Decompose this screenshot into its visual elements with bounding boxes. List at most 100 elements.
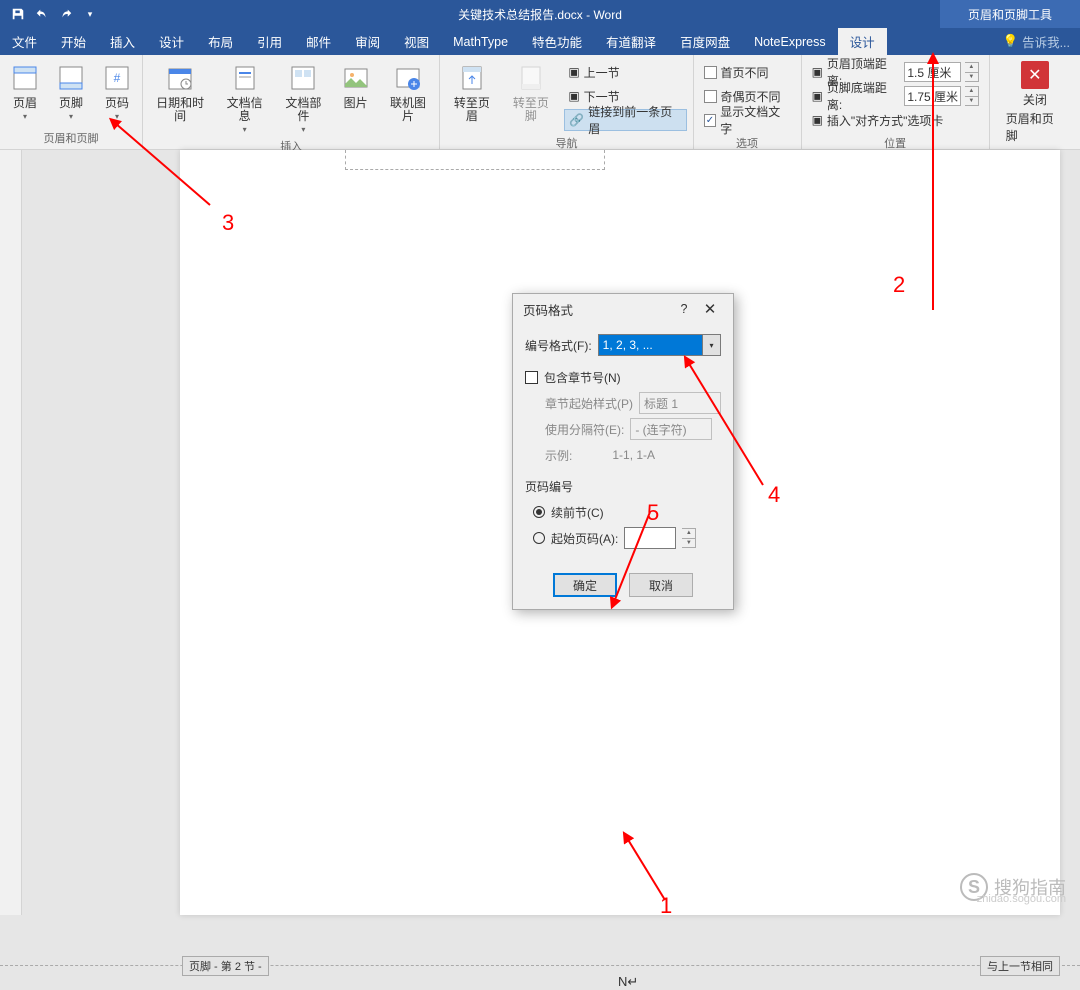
header-icon — [8, 61, 42, 95]
next-icon: ▣ — [568, 89, 579, 103]
tellme-label: 告诉我... — [1022, 32, 1070, 51]
online-picture-icon — [391, 61, 425, 95]
page-number-format-dialog: 页码格式 ? ✕ 编号格式(F): 1, 2, 3, ... ▾ 包含章节号(N… — [512, 293, 734, 610]
tab-baidu[interactable]: 百度网盘 — [668, 28, 742, 55]
document-title: 关键技术总结报告.docx - Word — [458, 6, 622, 23]
tab-noteexpress[interactable]: NoteExpress — [742, 28, 838, 55]
header-button[interactable]: 页眉▾ — [2, 59, 48, 123]
pagenum-button[interactable]: #页码▾ — [94, 59, 140, 123]
tab-special[interactable]: 特色功能 — [520, 28, 594, 55]
spinner[interactable]: ▲▼ — [682, 528, 696, 548]
continue-prev-radio[interactable] — [533, 506, 545, 518]
group-close: ✕ 关闭 页眉和页脚 关闭 — [990, 55, 1080, 149]
title-bar: ▾ 关键技术总结报告.docx - Word 页眉和页脚工具 — [0, 0, 1080, 28]
cancel-button[interactable]: 取消 — [629, 573, 693, 597]
undo-icon[interactable] — [32, 4, 52, 24]
show-doc-text-checkbox[interactable]: ✓显示文档文字 — [700, 109, 795, 131]
prev-icon: ▣ — [568, 65, 579, 79]
redo-icon[interactable] — [56, 4, 76, 24]
number-format-combo[interactable]: 1, 2, 3, ... ▾ — [598, 334, 721, 356]
online-picture-button[interactable]: 联机图片 — [379, 59, 438, 125]
tab-references[interactable]: 引用 — [245, 28, 294, 55]
align-tab-icon: ▣ — [812, 113, 823, 127]
tab-design[interactable]: 设计 — [147, 28, 196, 55]
tab-hf-design[interactable]: 设计 — [838, 28, 887, 55]
chevron-down-icon: ▾ — [702, 335, 720, 355]
datetime-button[interactable]: 日期和时间 — [145, 59, 215, 125]
group-label: 页眉和页脚 — [2, 128, 140, 149]
chapter-style-label: 章节起始样式(P) — [545, 395, 633, 412]
example-value: 1-1, 1-A — [612, 448, 655, 462]
picture-button[interactable]: 图片 — [333, 59, 379, 112]
group-position: ▣页眉顶端距离:1.5 厘米▲▼ ▣页脚底端距离:1.75 厘米▲▼ ▣插入"对… — [802, 55, 990, 149]
chapter-style-combo: 标题 1 — [639, 392, 721, 414]
chevron-down-icon: ▾ — [115, 112, 119, 121]
ribbon-tabs: 文件 开始 插入 设计 布局 引用 邮件 审阅 视图 MathType 特色功能… — [0, 28, 1080, 55]
group-navigation: 转至页眉 转至页脚 ▣上一节 ▣下一节 🔗链接到前一条页眉 导航 — [440, 55, 693, 149]
prev-section-button[interactable]: ▣上一节 — [564, 61, 686, 83]
close-button[interactable]: ✕ — [697, 300, 723, 318]
example-label: 示例: — [545, 447, 572, 464]
goto-footer-icon — [514, 61, 548, 95]
annotation-2: 2 — [893, 272, 905, 298]
group-insert: 日期和时间 文档信息▾ 文档部件▾ 图片 联机图片 插入 — [143, 55, 440, 149]
header-distance-icon: ▣ — [812, 65, 823, 79]
annotation-3: 3 — [222, 210, 234, 236]
annotation-4: 4 — [768, 482, 780, 508]
include-chapter-label: 包含章节号(N) — [544, 369, 621, 386]
number-format-label: 编号格式(F): — [525, 337, 592, 354]
save-icon[interactable] — [8, 4, 28, 24]
tab-review[interactable]: 审阅 — [343, 28, 392, 55]
footer-distance-icon: ▣ — [812, 89, 823, 103]
ok-button[interactable]: 确定 — [553, 573, 617, 597]
spinner[interactable]: ▲▼ — [965, 62, 979, 82]
quickparts-button[interactable]: 文档部件▾ — [274, 59, 333, 136]
docinfo-icon — [228, 61, 262, 95]
tab-mail[interactable]: 邮件 — [294, 28, 343, 55]
svg-text:#: # — [114, 71, 121, 85]
include-chapter-checkbox[interactable] — [525, 371, 538, 384]
pagenum-icon: # — [100, 61, 134, 95]
goto-footer-button[interactable]: 转至页脚 — [501, 59, 560, 125]
footer-section-label: 页脚 - 第 2 节 - — [182, 956, 269, 976]
annotation-5: 5 — [647, 500, 659, 526]
tab-layout[interactable]: 布局 — [196, 28, 245, 55]
ruler-strip — [0, 150, 22, 915]
quick-access-toolbar: ▾ — [0, 4, 100, 24]
start-at-input[interactable] — [624, 527, 676, 549]
cursor-mark: N↵ — [618, 974, 638, 990]
continue-prev-label: 续前节(C) — [551, 504, 604, 521]
close-hf-button[interactable]: ✕ 关闭 页眉和页脚 — [992, 59, 1078, 146]
diff-first-checkbox[interactable]: 首页不同 — [700, 61, 795, 83]
start-at-radio[interactable] — [533, 532, 545, 544]
tab-youdao[interactable]: 有道翻译 — [594, 28, 668, 55]
tab-file[interactable]: 文件 — [0, 28, 49, 55]
header-distance-input[interactable]: 1.5 厘米 — [904, 62, 961, 82]
dialog-title: 页码格式 — [523, 300, 573, 319]
tab-home[interactable]: 开始 — [49, 28, 98, 55]
docinfo-button[interactable]: 文档信息▾ — [215, 59, 274, 136]
tab-mathtype[interactable]: MathType — [441, 28, 520, 55]
goto-header-button[interactable]: 转至页眉 — [442, 59, 501, 125]
start-at-label: 起始页码(A): — [551, 530, 618, 547]
close-icon: ✕ — [1021, 61, 1049, 89]
spinner[interactable]: ▲▼ — [965, 86, 979, 106]
chevron-down-icon: ▾ — [23, 112, 27, 121]
insert-align-tab-button[interactable]: ▣插入"对齐方式"选项卡 — [808, 109, 983, 131]
picture-icon — [339, 61, 373, 95]
separator-label: 使用分隔符(E): — [545, 421, 624, 438]
tab-insert[interactable]: 插入 — [98, 28, 147, 55]
context-tool-tab: 页眉和页脚工具 — [940, 0, 1080, 28]
tab-view[interactable]: 视图 — [392, 28, 441, 55]
help-button[interactable]: ? — [671, 302, 697, 316]
footer-button[interactable]: 页脚▾ — [48, 59, 94, 123]
watermark: S 搜狗指南 zhidao.sogou.com — [960, 873, 1066, 901]
link-previous-button[interactable]: 🔗链接到前一条页眉 — [564, 109, 686, 131]
tellme-search[interactable]: 💡 告诉我... — [993, 32, 1080, 51]
footer-distance-input[interactable]: 1.75 厘米 — [904, 86, 961, 106]
chevron-down-icon: ▾ — [69, 112, 73, 121]
goto-header-icon — [455, 61, 489, 95]
header-region[interactable] — [345, 150, 605, 170]
qat-customize-icon[interactable]: ▾ — [80, 4, 100, 24]
annotation-1: 1 — [660, 893, 672, 919]
